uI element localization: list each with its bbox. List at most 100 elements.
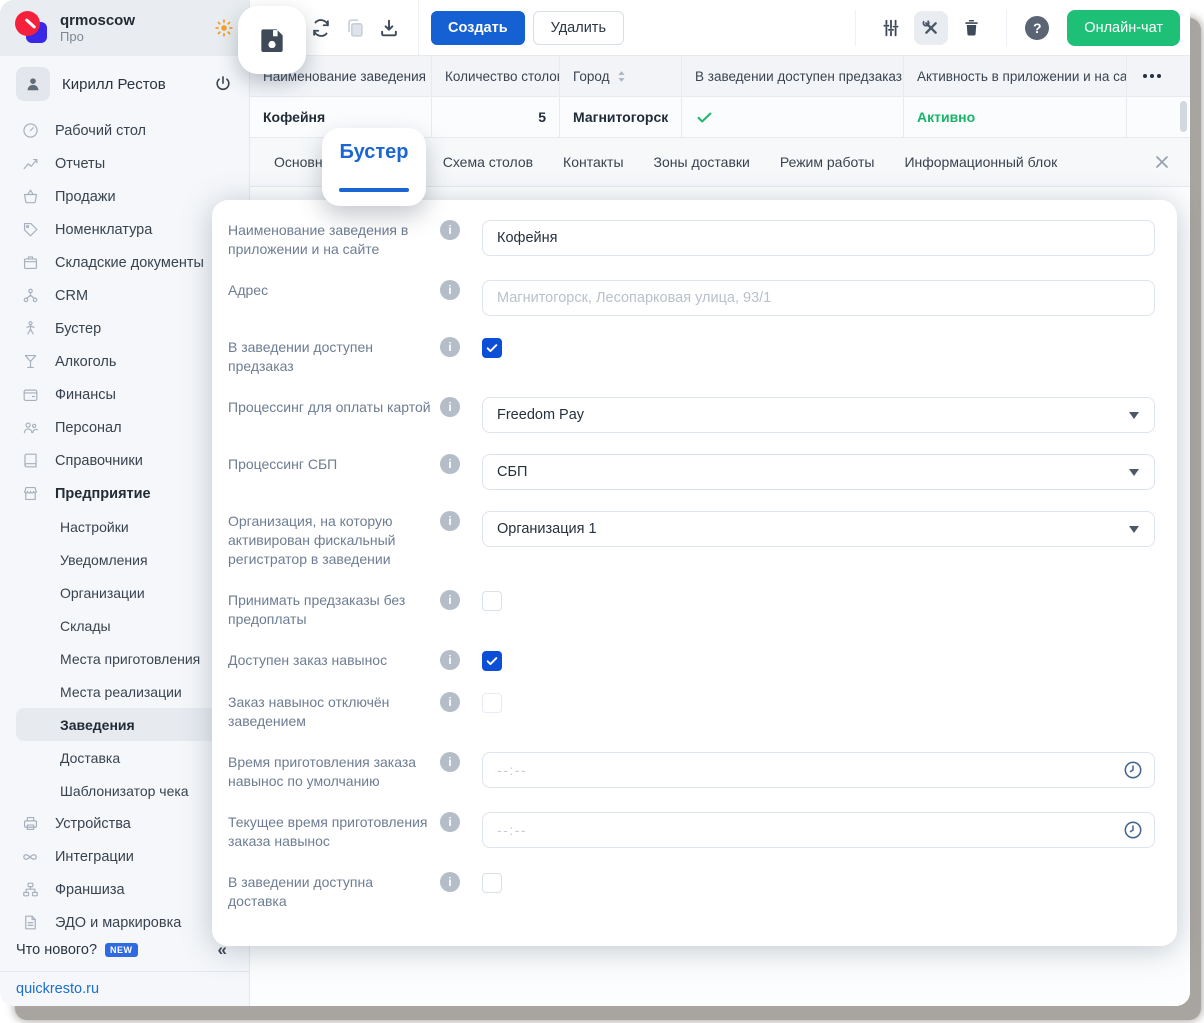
sidebar-subitem[interactable]: Места реализации <box>16 675 233 708</box>
info-icon[interactable]: i <box>440 692 460 712</box>
sidebar-item-dashboard[interactable]: Рабочий стол <box>0 114 249 147</box>
trash-button[interactable] <box>954 11 988 45</box>
field-checkbox[interactable] <box>482 693 502 713</box>
sidebar-item-label: Интеграции <box>55 848 134 865</box>
info-icon[interactable]: i <box>440 280 460 300</box>
sidebar-subitem[interactable]: Уведомления <box>16 543 233 576</box>
edo-icon <box>20 913 40 930</box>
active-tab-callout[interactable]: Бустер <box>322 128 426 206</box>
columns-menu-icon[interactable] <box>1127 56 1177 96</box>
info-icon[interactable]: i <box>440 752 460 772</box>
clock-icon[interactable] <box>1122 759 1144 781</box>
tab-2[interactable]: Схема столов <box>443 154 533 170</box>
sort-icon[interactable] <box>617 70 626 83</box>
info-icon[interactable]: i <box>440 220 460 240</box>
refresh-button[interactable] <box>304 11 338 45</box>
sidebar-item-label: CRM <box>55 287 89 304</box>
tab-3[interactable]: Контакты <box>563 154 623 170</box>
enterprise-icon <box>20 484 40 503</box>
help-button[interactable]: ? <box>1025 15 1050 40</box>
user-avatar-icon <box>16 67 50 101</box>
chevron-down-icon <box>1129 412 1139 419</box>
column-header[interactable]: Активность в приложении и на сайте <box>904 56 1127 96</box>
field-control: Организация 1 <box>482 511 1155 547</box>
tab-6[interactable]: Информационный блок <box>904 154 1057 170</box>
service-tools-button[interactable] <box>914 10 949 45</box>
field-select-value: СБП <box>497 464 528 480</box>
whats-new[interactable]: Что нового? NEW « <box>0 936 249 964</box>
theme-sun-icon[interactable] <box>213 17 235 39</box>
tab-4[interactable]: Зоны доставки <box>654 154 750 170</box>
sidebar-subitem[interactable]: Настройки <box>16 510 233 543</box>
clock-icon[interactable] <box>1122 819 1144 841</box>
user-row[interactable]: Кирилл Рестов <box>0 60 249 108</box>
brand-header: qrmoscow Про <box>0 0 249 56</box>
delete-button[interactable]: Удалить <box>532 10 624 45</box>
field-time-value: --:-- <box>497 822 528 838</box>
tab-5[interactable]: Режим работы <box>780 154 875 170</box>
table-scrollbar-thumb[interactable] <box>1180 101 1187 132</box>
field-select[interactable]: СБП <box>482 454 1155 490</box>
form-row: Текущее время приготовления заказа навын… <box>228 812 1155 851</box>
save-button[interactable] <box>238 6 306 74</box>
form-row: Процессинг для оплаты картой i Freedom Pay <box>228 397 1155 433</box>
sidebar-subitem[interactable]: Места приготовления <box>16 642 233 675</box>
field-checkbox[interactable] <box>482 338 502 358</box>
field-control <box>482 337 1155 358</box>
filter-sliders-button[interactable] <box>874 11 908 45</box>
info-icon[interactable]: i <box>440 812 460 832</box>
sidebar-subitem[interactable]: Организации <box>16 576 233 609</box>
field-control <box>482 590 1155 611</box>
column-header[interactable]: Город <box>560 56 682 96</box>
info-icon[interactable]: i <box>440 590 460 610</box>
field-input[interactable] <box>482 280 1155 316</box>
chevron-down-icon <box>1129 469 1139 476</box>
info-icon[interactable]: i <box>440 454 460 474</box>
column-header[interactable]: Количество столов <box>432 56 560 96</box>
site-link[interactable]: quickresto.ru <box>0 971 249 1006</box>
info-icon[interactable]: i <box>440 511 460 531</box>
sidebar-subitem[interactable]: Склады <box>16 609 233 642</box>
field-control: Freedom Pay <box>482 397 1155 433</box>
form-row: В заведении доступна доставка i <box>228 872 1155 911</box>
sidebar-subitem-label: Организации <box>60 584 145 601</box>
sidebar-subitem[interactable]: Заведения <box>16 708 233 741</box>
sidebar-subitem[interactable]: Доставка <box>16 741 233 774</box>
integrations-icon <box>20 847 40 867</box>
sidebar-subitem-label: Места приготовления <box>60 650 201 667</box>
close-panel-icon[interactable] <box>1152 152 1172 172</box>
brand-plan: Про <box>60 29 84 44</box>
field-label: Текущее время приготовления заказа навын… <box>228 814 428 849</box>
create-button[interactable]: Создать <box>431 10 525 45</box>
sidebar-subitem[interactable]: Шаблонизатор чека <box>16 774 233 807</box>
sidebar-item-label: Рабочий стол <box>55 122 147 139</box>
info-icon[interactable]: i <box>440 650 460 670</box>
online-chat-button[interactable]: Онлайн-чат <box>1067 9 1180 46</box>
sidebar-item-label: ЭДО и маркировка <box>55 914 182 931</box>
info-icon[interactable]: i <box>440 397 460 417</box>
book-icon <box>20 451 40 470</box>
sidebar-item-reports[interactable]: Отчеты <box>0 147 249 180</box>
info-icon[interactable]: i <box>440 337 460 357</box>
download-button[interactable] <box>372 11 406 45</box>
field-checkbox[interactable] <box>482 873 502 893</box>
field-input[interactable] <box>482 220 1155 256</box>
logout-icon[interactable] <box>213 74 233 94</box>
field-select[interactable]: Freedom Pay <box>482 397 1155 433</box>
copy-button[interactable] <box>338 11 372 45</box>
column-header[interactable]: В заведении доступен предзаказ <box>682 56 904 96</box>
toolbar: Создать Удалить ? Онлайн-чат <box>250 0 1190 56</box>
field-checkbox[interactable] <box>482 651 502 671</box>
sidebar-item-label: Справочники <box>55 452 143 469</box>
field-checkbox[interactable] <box>482 591 502 611</box>
tag-icon <box>20 220 40 239</box>
field-label: Время приготовления заказа навынос по ум… <box>228 754 417 789</box>
field-time-input[interactable]: --:-- <box>482 812 1155 848</box>
field-select[interactable]: Организация 1 <box>482 511 1155 547</box>
form-row: Доступен заказ навынос i <box>228 650 1155 671</box>
info-icon[interactable]: i <box>440 872 460 892</box>
sidebar-item-sales[interactable]: Продажи <box>0 180 249 213</box>
field-time-input[interactable]: --:-- <box>482 752 1155 788</box>
field-label: Процессинг для оплаты картой <box>228 399 431 415</box>
sidebar-item-label: Продажи <box>55 188 116 205</box>
